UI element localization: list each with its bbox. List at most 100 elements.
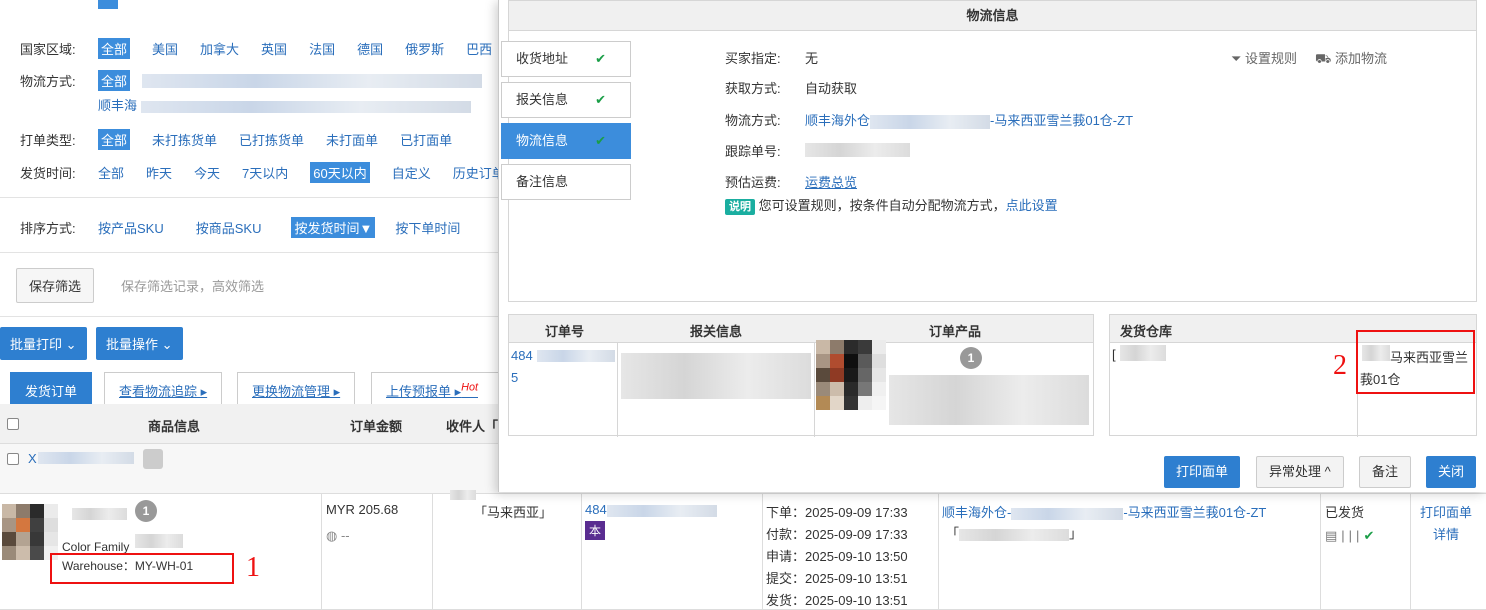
row-checkbox[interactable] xyxy=(7,453,19,465)
exception-handling-button[interactable]: 异常处理 ^ xyxy=(1256,456,1344,488)
ship-time-option[interactable]: 7天以内 xyxy=(242,163,288,182)
annotation-number-2: 2 xyxy=(1333,350,1347,381)
modal-title: 物流信息 xyxy=(509,1,1476,31)
ship-time-option[interactable]: 今天 xyxy=(194,163,220,182)
order-tracking-number: 「」 xyxy=(946,526,1083,541)
logistics-option-all[interactable]: 全部 xyxy=(98,70,131,91)
quantity-badge: 1 xyxy=(960,347,982,369)
table-header: 商品信息 订单金额 收件人「 xyxy=(0,404,500,444)
print-type-option[interactable]: 未打拣货单 xyxy=(152,130,217,149)
print-type-option[interactable]: 未打面单 xyxy=(326,130,378,149)
region-option[interactable]: 巴西 xyxy=(466,39,492,58)
logistics-option-partial[interactable]: 顺丰海 xyxy=(98,95,471,114)
logistics-label: 物流方式: xyxy=(20,74,76,89)
tab-upload-forecast[interactable]: 上传预报单 ▸Hot xyxy=(371,372,501,404)
region-option[interactable]: 德国 xyxy=(357,39,383,58)
set-rule-button[interactable]: ⏷ 设置规则 xyxy=(1231,48,1297,67)
sort-option-active[interactable]: 按发货时间▼ xyxy=(291,217,376,238)
ship-time-filter-row: 发货时间: 全部 昨天 今天 7天以内 60天以内 自定义 历史订单 xyxy=(20,162,527,183)
ship-time-option[interactable]: 自定义 xyxy=(392,163,431,182)
product-thumbnail xyxy=(816,340,886,410)
region-option[interactable]: 加拿大 xyxy=(200,39,239,58)
column-customs: 报关信息 xyxy=(690,324,743,339)
add-logistics-button[interactable]: ⛟ 添加物流 xyxy=(1315,48,1387,69)
region-label: 国家区域: xyxy=(20,42,76,57)
column-products: 订单产品 xyxy=(929,324,982,339)
tab-shipping-address[interactable]: 收货地址 ✔ xyxy=(501,41,631,77)
ship-time-option[interactable]: 60天以内 xyxy=(310,162,370,183)
blurred-logistics-options xyxy=(142,73,483,88)
logistics-filter-row: 物流方式: 全部 xyxy=(20,70,483,91)
product-info-blurred xyxy=(889,375,1089,425)
sort-option[interactable]: 按下单时间 xyxy=(395,218,460,237)
region-option[interactable]: 美国 xyxy=(152,39,178,58)
order-number-link[interactable]: 484 xyxy=(585,502,717,517)
fee-overview-link[interactable]: 运费总览 xyxy=(805,172,857,191)
tracking-number xyxy=(805,143,910,157)
fetch-method-row: 获取方式: 自动获取 xyxy=(725,81,858,96)
tab-logistics-tracking[interactable]: 查看物流追踪 ▸ xyxy=(104,372,223,404)
region-option[interactable]: 英国 xyxy=(261,39,287,58)
logistics-info-panel: 物流信息 xyxy=(508,0,1477,302)
annotation-number-1: 1 xyxy=(246,552,260,583)
logistics-method-link[interactable]: 顺丰海外仓 -马来西亚雪兰莪01仓-ZT xyxy=(805,110,1133,129)
region-option[interactable]: 全部 xyxy=(98,38,131,59)
order-timeline: 下单：2025-09-09 17:33 付款：2025-09-09 17:33 … xyxy=(766,505,908,608)
ship-time-option[interactable]: 全部 xyxy=(98,163,124,182)
quantity-badge: 1 xyxy=(135,500,157,522)
save-filter-button[interactable]: 保存筛选 xyxy=(16,268,95,303)
order-amount: MYR 205.68 xyxy=(326,502,399,517)
chevron-down-icon: ⌄ xyxy=(65,337,77,352)
logistics-modal: 物流信息 收货地址 ✔ 报关信息 ✔ 物流信息 ✔ 备注信息 买家指定: 无 获取方式:… xyxy=(498,0,1486,492)
column-order-no: 订单号 xyxy=(545,324,585,339)
ship-time-option[interactable]: 历史订单 xyxy=(453,163,505,182)
modal-order-number[interactable]: 484 xyxy=(511,348,533,363)
tab-customs-info[interactable]: 报关信息 ✔ xyxy=(501,82,631,118)
print-type-option[interactable]: 已打拣货单 xyxy=(239,130,304,149)
divider xyxy=(0,197,500,198)
buyer-specified-row: 买家指定: 无 xyxy=(725,51,819,66)
platform-filter-row xyxy=(20,0,140,9)
divider xyxy=(0,252,500,253)
order-logistics-method[interactable]: 顺丰海外仓- -马来西亚雪兰莪01仓-ZT xyxy=(942,502,1266,521)
print-label-link[interactable]: 打印面单 xyxy=(1420,502,1472,521)
save-filter-hint: 保存筛选记录，高效筛选 xyxy=(121,279,265,294)
status-icons: ▤|||✔ xyxy=(1325,528,1378,544)
divider xyxy=(0,316,500,317)
print-type-option[interactable]: 已打面单 xyxy=(400,130,452,149)
order-detail-panel: 订单号 报关信息 订单产品 484 5 1 xyxy=(508,314,1094,437)
batch-operations-button[interactable]: 批量操作 ⌄ xyxy=(96,327,183,360)
region-option[interactable]: 俄罗斯 xyxy=(405,39,444,58)
hot-label: Hot xyxy=(461,381,478,394)
set-rule-link[interactable]: 点此设置 xyxy=(1006,198,1058,213)
annotation-box-1 xyxy=(50,553,234,584)
copy-icon[interactable]: ▤ xyxy=(1325,528,1341,543)
select-all-checkbox[interactable] xyxy=(7,418,19,430)
tab-shipping-orders[interactable]: 发货订单 xyxy=(10,372,93,404)
annotation-box-2 xyxy=(1356,330,1475,394)
tab-logistics-info[interactable]: 物流信息 ✔ xyxy=(501,123,631,159)
customs-info-blurred xyxy=(621,353,811,399)
order-store-link[interactable]: X xyxy=(28,451,37,466)
close-button[interactable]: 关闭 xyxy=(1426,456,1477,488)
amount-detail: ◍ -- xyxy=(326,528,350,543)
sort-option[interactable]: 按产品SKU xyxy=(98,218,164,237)
logistics-method-row: 物流方式: 顺丰海外仓 -马来西亚雪兰莪01仓-ZT xyxy=(725,110,1133,129)
remark-button[interactable]: 备注 xyxy=(1359,456,1412,488)
sort-option[interactable]: 按商品SKU xyxy=(196,218,262,237)
product-thumbnail xyxy=(2,504,58,560)
batch-print-button[interactable]: 批量打印 ⌄ xyxy=(0,327,87,360)
region-option[interactable]: 法国 xyxy=(309,39,335,58)
column-amount: 订单金额 xyxy=(350,419,403,434)
copy-icon[interactable] xyxy=(143,449,163,469)
recipient-country: 「马来西亚」 xyxy=(474,505,553,520)
ship-time-option[interactable]: 昨天 xyxy=(146,163,172,182)
rule-hint: 说明 您可设置规则，按条件自动分配物流方式，点此设置 xyxy=(725,195,1058,215)
barcode-icon[interactable]: ||| xyxy=(1341,528,1363,543)
print-label-button[interactable]: 打印面单 xyxy=(1164,456,1241,488)
tab-change-logistics[interactable]: 更换物流管理 ▸ xyxy=(237,372,356,404)
detail-link[interactable]: 详情 xyxy=(1433,524,1459,543)
order-status: 已发货 xyxy=(1325,505,1365,520)
tab-remarks[interactable]: 备注信息 xyxy=(501,164,631,200)
print-type-option[interactable]: 全部 xyxy=(98,129,131,150)
